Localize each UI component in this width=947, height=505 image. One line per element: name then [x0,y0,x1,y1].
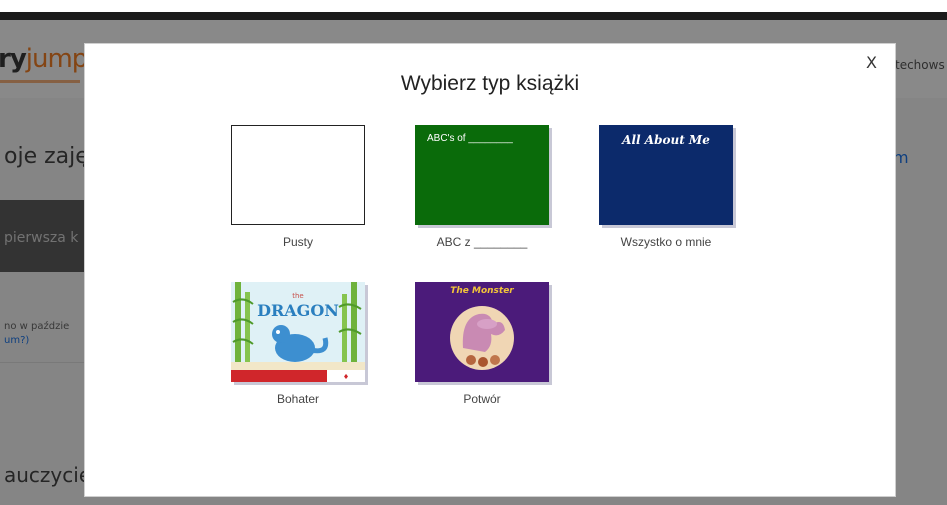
monster-illustration [450,306,514,370]
top-dark-band [0,12,947,20]
dragon-cover[interactable]: the DRAGON ♦ [231,282,365,382]
abc-cover[interactable]: ABC's of ________ [415,125,549,225]
book-option-monster[interactable]: The Monster Potwór [407,282,557,406]
close-button[interactable]: X [866,54,877,72]
about-me-cover-text: All About Me [622,133,710,147]
svg-text:♦: ♦ [343,373,349,381]
dragon-illustration: the DRAGON ♦ [231,282,365,382]
modal-title: Wybierz typ książki [400,72,580,95]
abc-cover-text: ABC's of ________ [427,133,513,144]
book-type-modal: X Wybierz typ książki Pusty ABC's of ___… [84,43,896,497]
dragon-cover-text: DRAGON [257,301,339,320]
book-option-label: Bohater [276,392,320,406]
book-option-label: Potwór [463,392,501,406]
about-me-cover[interactable]: All About Me [599,125,733,225]
monster-cover[interactable]: The Monster [415,282,549,382]
svg-text:the: the [292,292,304,300]
book-option-blank[interactable]: Pusty [223,125,373,249]
book-option-label: Pusty [282,235,313,249]
book-option-abc[interactable]: ABC's of ________ ABC z ________ [407,125,557,249]
book-option-hero[interactable]: the DRAGON ♦ Bohater [223,282,373,406]
book-option-label: ABC z ________ [436,235,528,249]
book-option-about-me[interactable]: All About Me Wszystko o mnie [591,125,741,249]
book-option-label: Wszystko o mnie [620,235,712,249]
blank-cover[interactable] [231,125,365,225]
